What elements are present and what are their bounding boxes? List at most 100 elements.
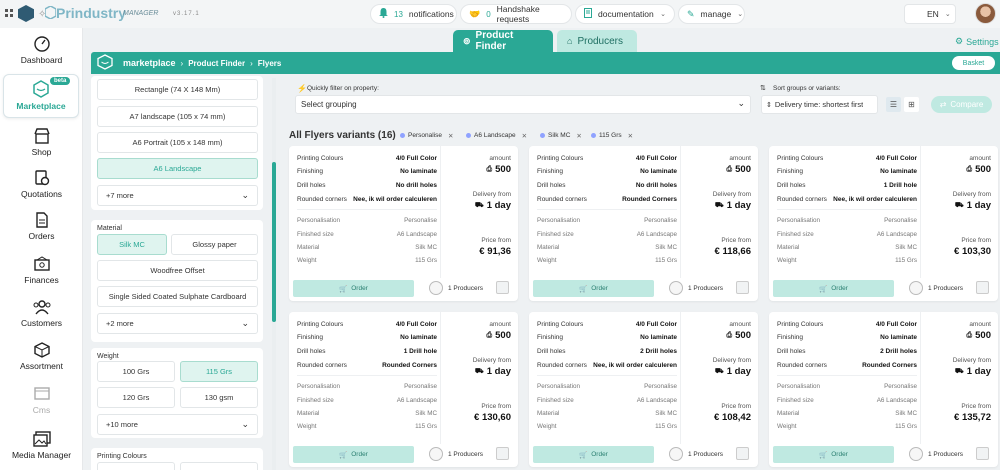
basket-button[interactable]: Basket: [952, 56, 995, 70]
handshake-requests-button[interactable]: 🤝 0 Handshake requests: [460, 4, 572, 24]
spec-value: A6 Landscape: [636, 231, 677, 238]
spec-label: Drill holes: [297, 348, 326, 355]
tab-product-finder[interactable]: ⊚ Product Finder: [453, 30, 553, 52]
weight-option[interactable]: 130 gsm: [180, 387, 258, 408]
grouping-select[interactable]: Select grouping ⌄: [295, 95, 751, 114]
order-button[interactable]: 🛒 Order: [533, 446, 654, 463]
amount-value: ⎙ 500: [487, 164, 511, 175]
amount-value: ⎙ 500: [727, 330, 751, 341]
sidebar-item-marketplace[interactable]: beta Marketplace: [3, 74, 79, 118]
producers-count[interactable]: 1 Producers: [448, 285, 483, 292]
sidebar-item-cms[interactable]: Cms: [0, 386, 83, 415]
order-button[interactable]: 🛒 Order: [293, 446, 414, 463]
weight-option[interactable]: 120 Grs: [97, 387, 175, 408]
material-option[interactable]: Single Sided Coated Sulphate Cardboard: [97, 286, 258, 307]
size-option[interactable]: A6 Portrait (105 x 148 mm): [97, 132, 258, 153]
sidebar-item-shop[interactable]: Shop: [0, 128, 83, 157]
sort-select[interactable]: ⇕ Delivery time: shortest first: [761, 95, 878, 114]
order-button[interactable]: 🛒 Order: [533, 280, 654, 297]
sidebar-item-media-manager[interactable]: Media Manager: [0, 431, 83, 460]
filter-chip[interactable]: A6 Landscape ✕: [466, 130, 527, 141]
producers-count[interactable]: 1 Producers: [928, 285, 963, 292]
breadcrumb-root[interactable]: marketplace: [123, 58, 176, 68]
product-card: Printing Colours 4/0 Full Color Finishing…: [529, 312, 758, 467]
manage-button[interactable]: ✎ manage ⌄: [678, 4, 745, 24]
close-icon[interactable]: ✕: [576, 132, 581, 140]
producer-avatar[interactable]: [669, 447, 683, 461]
chip-dot-icon: [466, 133, 471, 138]
close-icon[interactable]: ✕: [628, 132, 633, 140]
material-more-dropdown[interactable]: +2 more ⌄: [97, 313, 258, 334]
company-logo[interactable]: [18, 5, 34, 22]
spec-value: A6 Landscape: [396, 397, 437, 404]
spec-label: Weight: [537, 423, 557, 430]
compare-checkbox[interactable]: [496, 447, 509, 460]
producers-count[interactable]: 1 Producers: [688, 451, 723, 458]
order-button[interactable]: 🛒 Order: [293, 280, 414, 297]
producer-avatar[interactable]: [909, 447, 923, 461]
order-button[interactable]: 🛒 Order: [773, 446, 894, 463]
producers-count[interactable]: 1 Producers: [928, 451, 963, 458]
sidebar-item-finances[interactable]: Finances: [0, 256, 83, 285]
weight-more-dropdown[interactable]: +10 more ⌄: [97, 414, 258, 435]
grid-view-toggle[interactable]: ⊞: [904, 97, 919, 112]
sidebar-label: Quotations: [20, 189, 63, 199]
close-icon[interactable]: ✕: [522, 132, 527, 140]
filter-chip[interactable]: Silk MC ✕: [540, 130, 582, 141]
sidebar-item-assortment[interactable]: Assortment: [0, 342, 83, 371]
filter-chip[interactable]: Personalise ✕: [400, 130, 453, 141]
producers-count[interactable]: 1 Producers: [448, 451, 483, 458]
tab-producers[interactable]: ⌂ Producers: [557, 30, 637, 52]
compare-checkbox[interactable]: [736, 281, 749, 294]
controls-bar: ⚡ Quickly filter on property: Select gro…: [289, 78, 1000, 120]
compare-checkbox[interactable]: [496, 281, 509, 294]
breadcrumb-product-finder[interactable]: Product Finder: [188, 59, 245, 68]
weight-option[interactable]: 100 Grs: [97, 361, 175, 382]
compare-checkbox[interactable]: [736, 447, 749, 460]
menu-icon[interactable]: [5, 9, 14, 18]
colour-option[interactable]: [97, 462, 175, 470]
sidebar-item-quotations[interactable]: Quotations: [0, 170, 83, 199]
divider: [297, 209, 437, 210]
notifications-button[interactable]: 13 notifications: [370, 4, 457, 24]
material-option[interactable]: Woodfree Offset: [97, 260, 258, 281]
material-option[interactable]: Silk MC: [97, 234, 167, 255]
producer-avatar[interactable]: [429, 447, 443, 461]
list-view-toggle[interactable]: ☰: [886, 97, 901, 112]
material-option[interactable]: Glossy paper: [171, 234, 258, 255]
spec-label: Printing Colours: [537, 155, 584, 162]
price-value: € 91,36: [479, 246, 511, 257]
settings-link[interactable]: ⚙ Settings: [955, 36, 999, 47]
sidebar-item-orders[interactable]: Orders: [0, 212, 83, 241]
order-label: Order: [591, 285, 608, 292]
producer-avatar[interactable]: [909, 281, 923, 295]
sidebar-item-dashboard[interactable]: Dashboard: [0, 36, 83, 65]
producer-avatar[interactable]: [429, 281, 443, 295]
spec-value: 4/0 Full Color: [635, 321, 677, 328]
filter-chip[interactable]: 115 Grs ✕: [591, 130, 633, 141]
spec-value: No laminate: [400, 334, 437, 341]
compare-button[interactable]: ⇄ Compare: [931, 96, 992, 113]
sidebar-item-customers[interactable]: Customers: [0, 299, 83, 328]
size-option[interactable]: Rectangle (74 X 148 Mm): [97, 79, 258, 100]
filter-scrollbar-thumb[interactable]: [272, 162, 276, 322]
results-title: All Flyers variants (16): [289, 130, 396, 141]
user-avatar[interactable]: [975, 3, 996, 24]
spec-row: Rounded corners Rounded Corners: [777, 362, 917, 369]
producer-avatar[interactable]: [669, 281, 683, 295]
spec-value: A6 Landscape: [396, 231, 437, 238]
language-selector[interactable]: EN ⌄: [904, 4, 956, 24]
compare-checkbox[interactable]: [976, 447, 989, 460]
close-icon[interactable]: ✕: [448, 132, 453, 140]
compare-checkbox[interactable]: [976, 281, 989, 294]
weight-option[interactable]: 115 Grs: [180, 361, 258, 382]
colour-option[interactable]: [180, 462, 258, 470]
size-option[interactable]: A7 landscape (105 x 74 mm): [97, 106, 258, 127]
producers-count[interactable]: 1 Producers: [688, 285, 723, 292]
order-button[interactable]: 🛒 Order: [773, 280, 894, 297]
spec-row: Personalisation Personalise: [777, 217, 917, 224]
brand-sub: MANAGER: [123, 10, 159, 17]
size-option[interactable]: A6 Landscape: [97, 158, 258, 179]
size-more-dropdown[interactable]: +7 more ⌄: [97, 185, 258, 206]
documentation-button[interactable]: documentation ⌄: [575, 4, 675, 24]
